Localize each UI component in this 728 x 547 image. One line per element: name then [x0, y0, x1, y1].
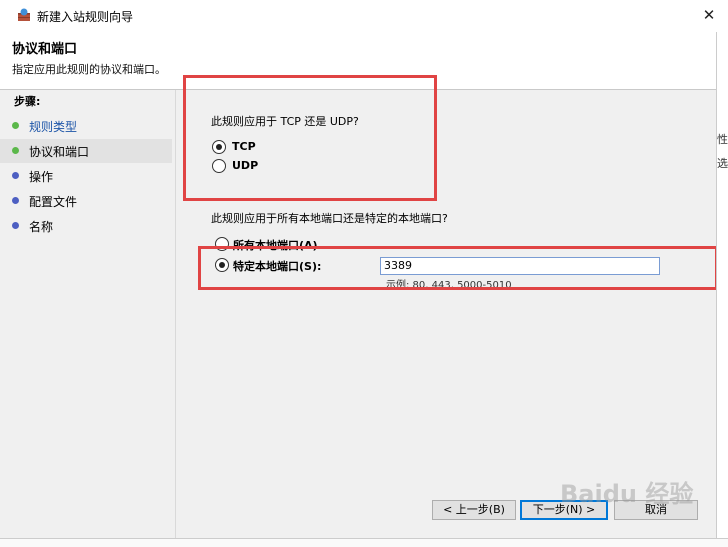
step-label: 操作: [29, 170, 54, 184]
step-pending-icon: [12, 197, 19, 204]
step-pending-icon: [12, 172, 19, 179]
step-complete-icon: [12, 122, 19, 129]
window-title: 新建入站规则向导: [37, 10, 134, 24]
step-label: 规则类型: [29, 120, 78, 134]
ports-question: 此规则应用于所有本地端口还是特定的本地端口?: [211, 212, 448, 225]
page-title: 协议和端口: [12, 42, 78, 57]
firewall-app-icon: [18, 8, 30, 21]
highlight-box-ports: [198, 246, 718, 290]
step-complete-icon: [12, 147, 19, 154]
step-action: 操作: [0, 164, 172, 188]
step-label: 名称: [29, 220, 54, 234]
close-button[interactable]: ✕: [690, 0, 728, 31]
step-rule-type[interactable]: 规则类型: [0, 114, 172, 138]
page-subtitle: 指定应用此规则的协议和端口。: [12, 63, 166, 76]
background-window-edge: [716, 32, 728, 546]
step-label: 协议和端口: [29, 145, 90, 159]
highlight-box-protocol: [183, 75, 437, 201]
back-button[interactable]: < 上一步(B): [432, 500, 516, 520]
step-label: 配置文件: [29, 195, 78, 209]
baidu-watermark: Baidu 经验: [560, 480, 694, 508]
step-name: 名称: [0, 214, 172, 238]
steps-label: 步骤:: [14, 95, 41, 108]
step-protocol-and-ports[interactable]: 协议和端口: [0, 139, 172, 163]
background-window-text: 性 选: [717, 133, 728, 170]
step-profile: 配置文件: [0, 189, 172, 213]
step-pending-icon: [12, 222, 19, 229]
